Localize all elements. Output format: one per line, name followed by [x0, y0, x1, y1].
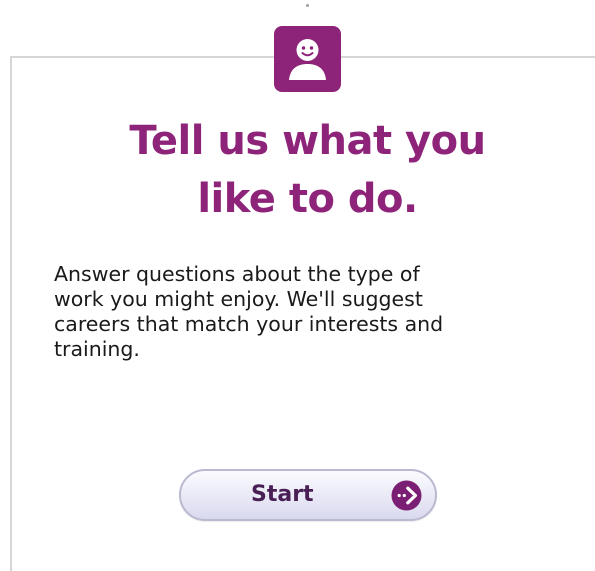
page-title-line-2: like to do.: [197, 176, 418, 222]
description-line-3: careers that match your interests and: [54, 312, 444, 336]
smiling-person-icon: [274, 26, 341, 92]
description-line-1: Answer questions about the type of: [54, 262, 420, 286]
arrow-right-circle-icon: [390, 479, 423, 512]
page-title-line-1: Tell us what you: [129, 118, 486, 164]
start-button-label: Start: [251, 482, 314, 507]
description-line-4: training.: [54, 337, 140, 361]
description-text: Answer questions about the type of work …: [54, 262, 564, 362]
description-line-2: work you might enjoy. We'll suggest: [54, 287, 423, 311]
start-button[interactable]: Start: [179, 469, 437, 521]
separator-dot: [306, 4, 309, 7]
page-title: Tell us what you like to do.: [40, 112, 575, 228]
page: Tell us what you like to do. Answer ques…: [0, 0, 595, 571]
